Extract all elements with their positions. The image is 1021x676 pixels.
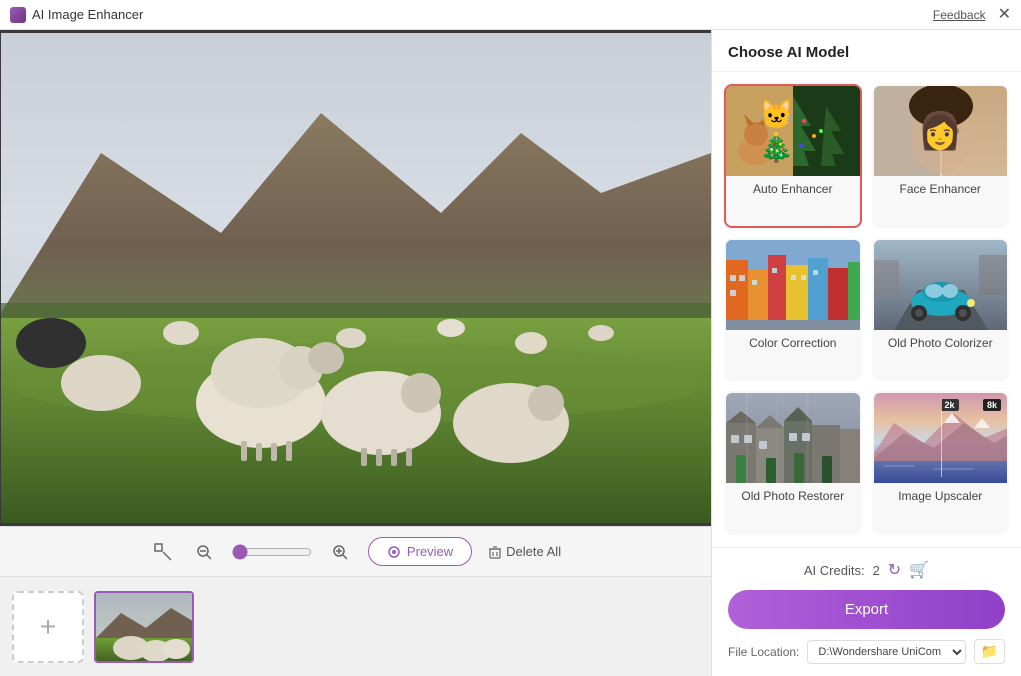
- zoom-slider[interactable]: [232, 544, 312, 560]
- image-viewport: [0, 30, 711, 526]
- main-image: [1, 33, 711, 523]
- add-image-button[interactable]: +: [12, 591, 84, 663]
- 8k-badge: 8k: [983, 399, 1001, 411]
- cart-icon[interactable]: 🛒: [909, 560, 929, 580]
- model-label-old-photo-restorer: Old Photo Restorer: [726, 483, 860, 509]
- filmstrip: +: [0, 576, 711, 676]
- model-label-old-photo-colorizer: Old Photo Colorizer: [874, 330, 1008, 356]
- zoom-out-button[interactable]: [192, 540, 216, 564]
- app-icon: [10, 7, 26, 23]
- open-folder-button[interactable]: 📁: [974, 639, 1005, 664]
- file-location-row: File Location: D:\Wondershare UniCom 📁: [728, 639, 1005, 664]
- zoom-in-button[interactable]: [328, 540, 352, 564]
- model-thumb-face-enhancer: [874, 86, 1008, 176]
- model-thumb-image-upscaler: 2k 8k: [874, 393, 1008, 483]
- preview-label: Preview: [407, 544, 453, 559]
- main-area: Preview Delete All +: [0, 30, 1021, 676]
- choose-ai-model-title: Choose AI Model: [728, 44, 849, 61]
- model-thumb-auto-enhancer: [726, 86, 860, 176]
- model-label-auto-enhancer: Auto Enhancer: [726, 176, 860, 202]
- panel-bottom: AI Credits: 2 ↻ 🛒 Export File Location: …: [712, 547, 1021, 676]
- delete-all-label: Delete All: [506, 544, 561, 559]
- zoom-slider-container: [232, 544, 312, 560]
- delete-all-button[interactable]: Delete All: [488, 544, 561, 559]
- credits-value: 2: [873, 563, 880, 578]
- model-card-auto-enhancer[interactable]: Auto Enhancer: [724, 84, 862, 228]
- close-button[interactable]: ✕: [998, 7, 1011, 23]
- model-card-image-upscaler[interactable]: 2k 8k Image Upscaler: [872, 391, 1010, 535]
- model-label-image-upscaler: Image Upscaler: [874, 483, 1008, 509]
- export-button[interactable]: Export: [728, 590, 1005, 629]
- credits-label: AI Credits:: [804, 563, 865, 578]
- panel-header: Choose AI Model: [712, 30, 1021, 72]
- file-location-select[interactable]: D:\Wondershare UniCom: [807, 640, 965, 664]
- model-card-color-correction[interactable]: Color Correction: [724, 238, 862, 382]
- refresh-icon[interactable]: ↻: [888, 560, 901, 580]
- right-panel: Choose AI Model: [711, 30, 1021, 676]
- model-label-color-correction: Color Correction: [726, 330, 860, 356]
- preview-button[interactable]: Preview: [368, 537, 472, 566]
- model-card-old-photo-restorer[interactable]: Old Photo Restorer: [724, 391, 862, 535]
- titlebar: AI Image Enhancer Feedback ✕: [0, 0, 1021, 30]
- titlebar-left: AI Image Enhancer: [10, 7, 143, 23]
- thumbnail-image: [96, 593, 192, 661]
- model-card-face-enhancer[interactable]: Face Enhancer: [872, 84, 1010, 228]
- app-title: AI Image Enhancer: [32, 7, 143, 22]
- titlebar-right: Feedback ✕: [933, 7, 1011, 23]
- selection-tool-button[interactable]: [150, 539, 176, 565]
- model-thumb-old-photo-colorizer: [874, 240, 1008, 330]
- model-thumb-color-correction: [726, 240, 860, 330]
- file-location-label: File Location:: [728, 645, 799, 659]
- toolbar: Preview Delete All: [0, 526, 711, 576]
- model-label-face-enhancer: Face Enhancer: [874, 176, 1008, 202]
- credits-row: AI Credits: 2 ↻ 🛒: [728, 560, 1005, 580]
- model-thumb-old-photo-restorer: [726, 393, 860, 483]
- canvas-area: Preview Delete All +: [0, 30, 711, 676]
- thumbnail-1[interactable]: [94, 591, 194, 663]
- divider-line: [941, 399, 942, 477]
- 2k-badge: 2k: [941, 399, 959, 411]
- model-grid: Auto Enhancer: [712, 72, 1021, 547]
- model-card-old-photo-colorizer[interactable]: Old Photo Colorizer: [872, 238, 1010, 382]
- feedback-link[interactable]: Feedback: [933, 8, 986, 22]
